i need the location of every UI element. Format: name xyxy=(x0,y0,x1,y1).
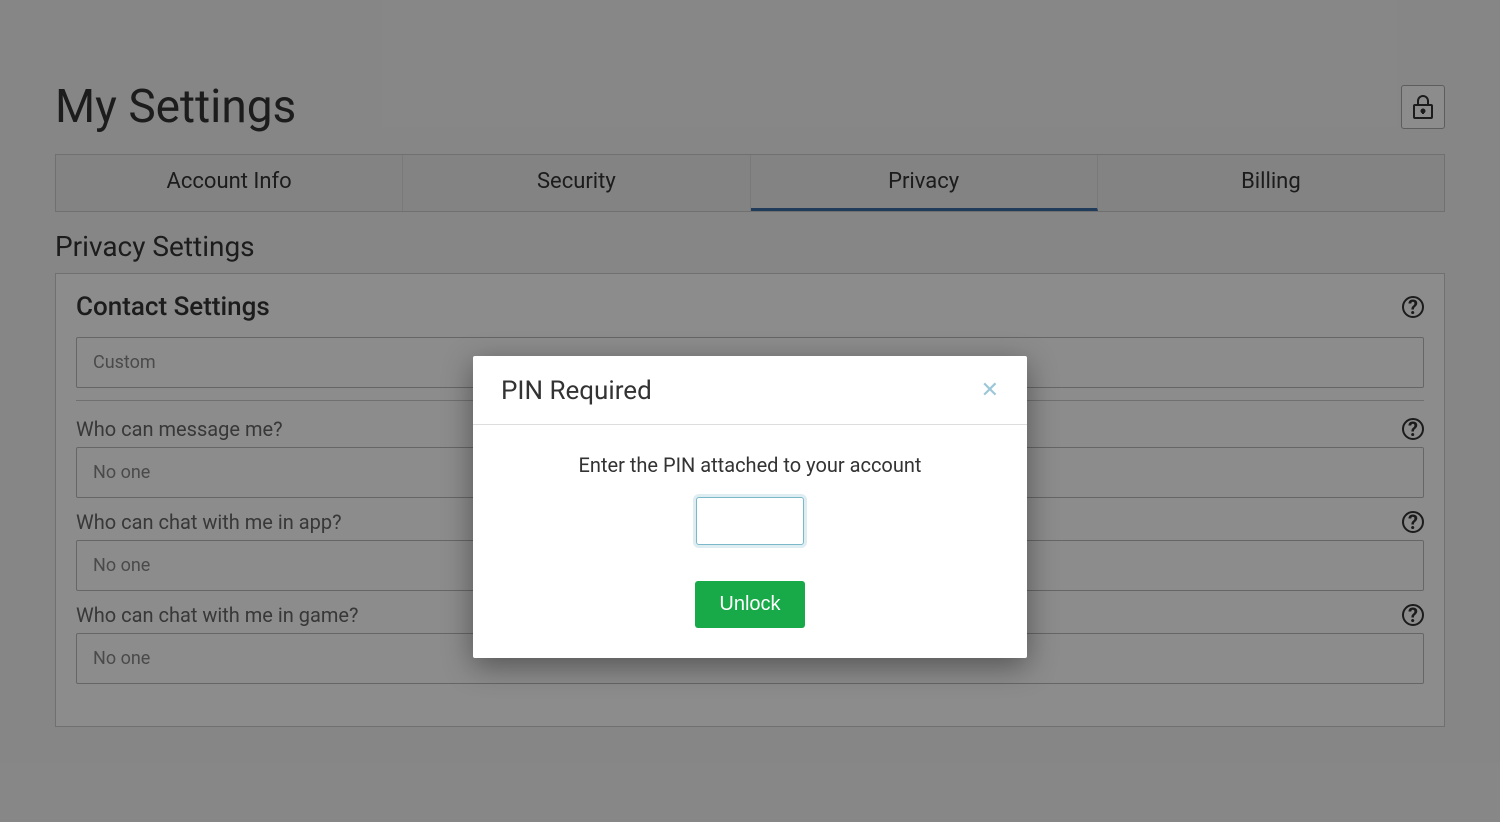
pin-input[interactable] xyxy=(696,497,804,545)
modal-overlay: PIN Required ✕ Enter the PIN attached to… xyxy=(0,0,1500,822)
modal-title: PIN Required xyxy=(501,376,652,406)
unlock-button[interactable]: Unlock xyxy=(695,581,804,628)
close-icon[interactable]: ✕ xyxy=(981,380,999,402)
pin-modal: PIN Required ✕ Enter the PIN attached to… xyxy=(473,356,1027,658)
modal-message: Enter the PIN attached to your account xyxy=(503,453,997,477)
